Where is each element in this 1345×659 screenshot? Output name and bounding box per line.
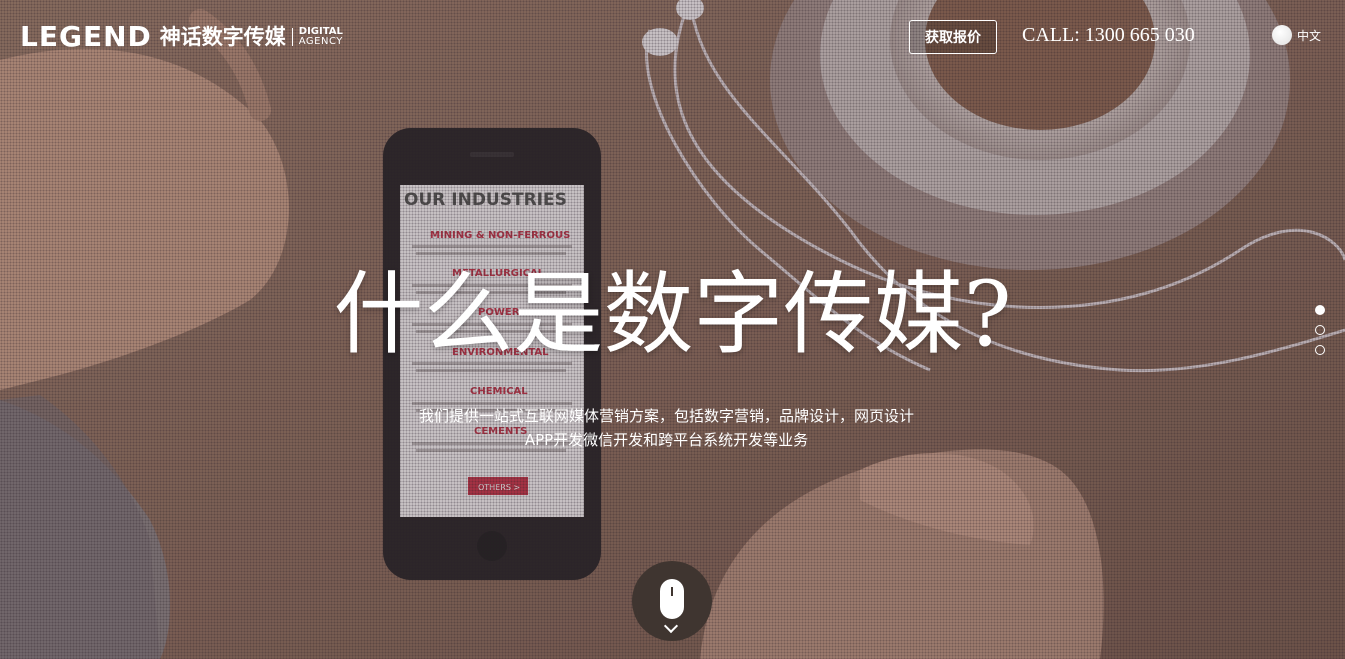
logo-agency-text: AGENCY — [298, 36, 343, 47]
logo-divider — [291, 28, 293, 46]
logo-tagline: DIGITAL AGENCY — [299, 27, 343, 47]
mouse-wheel — [671, 587, 673, 596]
logo-text-en: LEGEND — [20, 20, 152, 53]
globe-icon — [1272, 25, 1292, 45]
language-label: 中文 — [1297, 28, 1322, 43]
slide-pager — [1315, 305, 1325, 365]
hero-subtitle-line-2: APP开发微信开发和跨平台系统开发等业务 — [524, 431, 809, 449]
pager-dot-2[interactable] — [1315, 325, 1325, 335]
hero-subtitle-line-1: 我们提供一站式互联网媒体营销方案，包括数字营销，品牌设计，网页设计 — [418, 407, 914, 425]
logo[interactable]: LEGEND 神话数字传媒 DIGITAL AGENCY — [20, 22, 343, 52]
hero-section: OUR INDUSTRIES MINING & NON-FERROUS META… — [0, 0, 1345, 659]
call-phone-number[interactable]: CALL: 1300 665 030 — [1022, 22, 1195, 48]
scroll-down-button[interactable] — [632, 561, 712, 641]
language-switcher[interactable]: 中文 — [1272, 25, 1321, 45]
pager-dot-3[interactable] — [1315, 345, 1325, 355]
logo-text-cn: 神话数字传媒 — [159, 25, 286, 49]
get-quote-button[interactable]: 获取报价 — [909, 20, 997, 54]
pager-dot-1[interactable] — [1315, 305, 1325, 315]
hero-subtitle: 我们提供一站式互联网媒体营销方案，包括数字营销，品牌设计，网页设计 APP开发微… — [0, 404, 1339, 452]
mouse-icon — [660, 579, 684, 619]
chevron-down-icon — [663, 618, 679, 634]
hero-headline: 什么是数字传媒? — [333, 262, 1012, 367]
